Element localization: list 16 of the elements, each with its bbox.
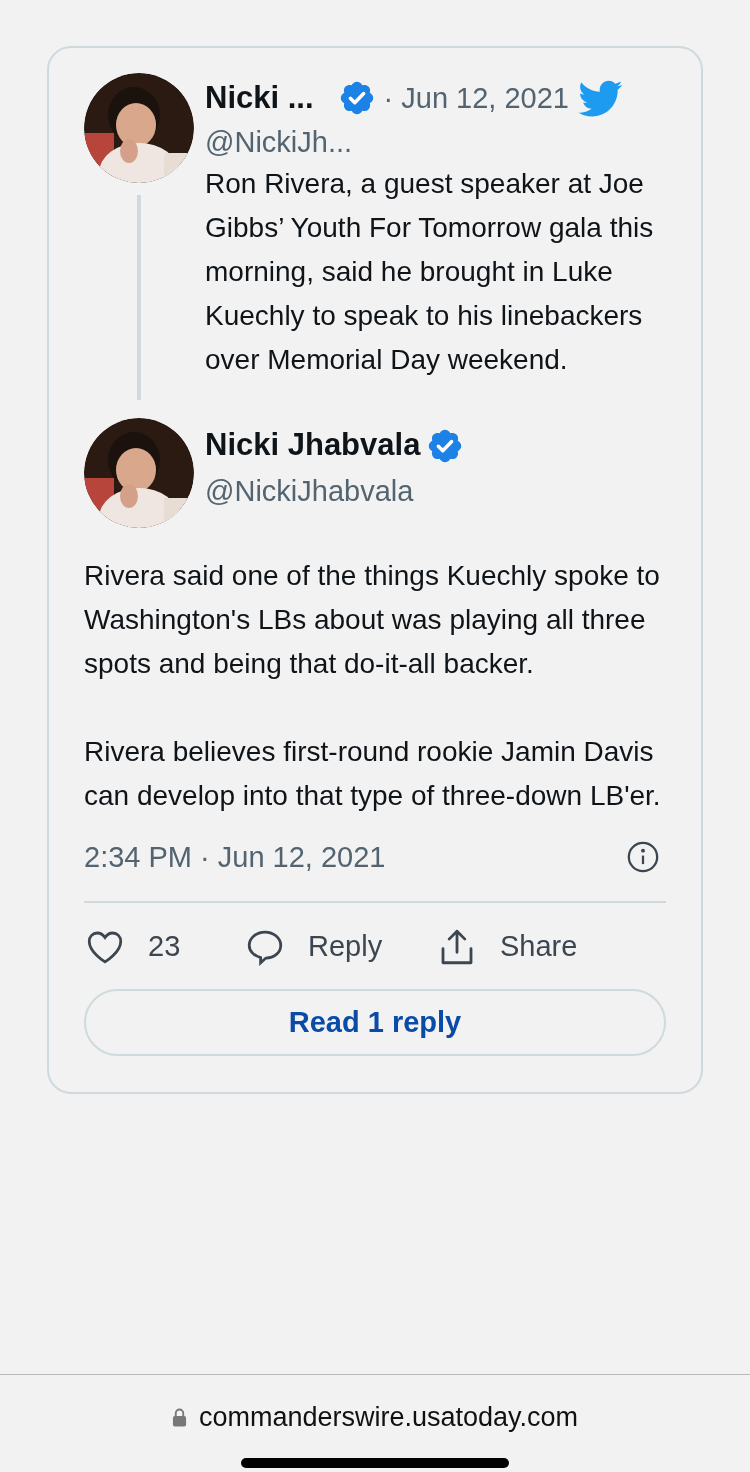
tweet-text: Rivera said one of the things Kuechly spoke to Washington's LBs about was playing all three spots and being that do-it-all backer. (84, 558, 661, 681)
tweet-text: Rivera believes first-round rookie Jamin Davis can develop into that type of three-down LB'er. (84, 734, 662, 813)
reply-button[interactable]: Reply (244, 925, 436, 969)
info-icon[interactable] (626, 840, 660, 875)
like-button[interactable]: 23 (84, 925, 244, 969)
read-replies-button[interactable]: Read 1 reply (84, 989, 666, 1056)
author-name: Nicki Jhabvala (205, 426, 421, 465)
tweet-date: · Jun 12, 2021 (383, 80, 569, 116)
lock-icon (171, 1407, 187, 1428)
author-handle: @NickiJh... (205, 124, 354, 160)
tweet-timestamp: 2:34 PM · Jun 12, 2021 (84, 839, 386, 875)
tweet-text: Ron Rivera, a guest speaker at Joe Gibbs’ Youth For Tomorrow gala this morning, said he brought in Luke Kuechly to speak to his linebackers over Memorial Day weekend. (205, 166, 655, 377)
page-url[interactable]: commanderswire.usatoday.com (198, 1397, 579, 1438)
author-name: Nicki ... (205, 79, 314, 117)
share-button[interactable]: Share (436, 925, 578, 969)
author-handle: @NickiJhabvala (205, 473, 415, 509)
